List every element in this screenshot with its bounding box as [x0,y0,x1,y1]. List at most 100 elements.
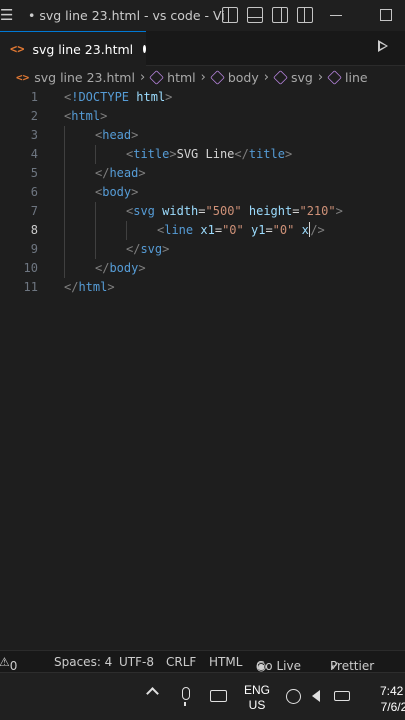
code-editor[interactable]: 1 <!DOCTYPE html> 2 <html> 3 <head> 4 <title>SV… [0,88,405,648]
clock[interactable]: 7:42 A 7/6/20 [364,683,405,715]
tab-svg-line-23[interactable]: <> svg line 23.html [0,31,146,66]
breadcrumb-file-label: svg line 23.html [34,69,135,85]
code-line[interactable]: 1 <!DOCTYPE html> [0,88,405,107]
indent-guide [95,202,96,221]
maximize-icon[interactable] [380,9,392,21]
problems-count[interactable]: ⚠ 0 [0,655,17,673]
code-token: svg [140,242,163,256]
customize-layout-icon[interactable] [297,7,313,23]
hamburger-menu-icon[interactable]: ☰ [0,8,22,23]
code-line[interactable]: 3 <head> [0,126,405,145]
code-token: > [138,166,146,180]
line-number: 11 [23,280,38,294]
code-token: title [248,147,285,161]
line-number: 1 [30,90,38,104]
breadcrumb-label: body [227,69,259,85]
code-token: > [284,147,293,161]
code-token: > [335,204,343,218]
indent-guide [64,202,65,221]
breadcrumb-body[interactable]: body [209,69,259,85]
code-line[interactable]: 8 <line x1="0" y1="0" x/> [0,221,405,240]
microphone-icon[interactable] [182,687,190,706]
volume-icon[interactable] [312,690,320,702]
breadcrumb: <> svg line 23.html › html › body › svg … [0,66,405,88]
html-file-icon: <> [16,70,30,84]
code-token: "0" [222,223,244,237]
code-token: width [162,204,199,218]
tab-bar: <> svg line 23.html [0,31,405,66]
unsaved-dot-icon[interactable] [143,45,146,53]
code-token: x [301,223,309,237]
keyboard-icon[interactable] [210,690,227,702]
breadcrumb-separator: › [200,69,206,85]
code-token: body [102,185,132,199]
go-live-label: Go Live [256,659,301,673]
code-token: > [162,242,170,256]
code-token: > [131,128,139,142]
code-token: head [102,128,132,142]
code-token: height [248,204,293,218]
breadcrumb-line[interactable]: line [327,69,368,85]
code-line[interactable]: 5 </head> [0,164,405,183]
lang-region: US [248,698,266,712]
line-number: 3 [30,128,38,142]
code-line[interactable]: 2 <html> [0,107,405,126]
battery-icon[interactable] [334,691,350,701]
code-line[interactable]: 9 </svg> [0,240,405,259]
indentation-status[interactable]: Spaces: 4 [54,655,112,669]
indent-guide [64,221,65,240]
run-icon[interactable] [378,40,388,52]
minimize-icon[interactable] [330,15,342,16]
code-token: SVG Line [176,147,235,161]
code-text: <head> [95,126,138,145]
code-token: "210" [299,204,336,218]
code-token: </ [64,280,79,294]
window-title: • svg line 23.html - vs code - Vi [28,8,225,23]
code-token: x1 [200,223,215,237]
indent-guide [95,240,96,259]
code-line[interactable]: 4 <title>SVG Line</title> [0,145,405,164]
indent-guide [64,145,65,164]
indent-guide [64,240,65,259]
clock-time: 7:42 A [379,684,405,698]
problems-count-value: 0 [9,659,18,673]
code-token: html [136,90,166,104]
language-mode[interactable]: HTML [209,655,242,669]
code-text: </svg> [126,240,169,259]
toggle-sidebar-icon[interactable] [222,7,238,23]
code-token: "0" [272,223,295,237]
line-number: 2 [30,109,38,123]
element-cube-icon [273,69,288,85]
show-hidden-icons-chevron-icon[interactable] [146,687,159,700]
code-token: </ [234,147,249,161]
breadcrumb-label: line [345,69,368,85]
clock-date: 7/6/20 [380,700,405,714]
code-line[interactable]: 11 </html> [0,278,405,297]
code-text: <title>SVG Line</title> [126,145,292,164]
code-token: !DOCTYPE [71,90,130,104]
encoding-status[interactable]: UTF-8 [119,655,154,669]
input-language[interactable]: ENG US [244,683,270,713]
breadcrumb-html[interactable]: html [149,70,196,85]
indent-guide [95,221,96,240]
line-number: 5 [30,166,38,180]
code-line[interactable]: 10 </body> [0,259,405,278]
line-number: 7 [30,204,38,218]
network-globe-icon[interactable] [286,689,301,704]
code-line[interactable]: 7 <svg width="500" height="210"> [0,202,405,221]
html-file-icon: <> [10,42,25,56]
breadcrumb-file[interactable]: <> svg line 23.html [0,70,135,85]
eol-status[interactable]: CRLF [166,655,196,669]
code-text: <html> [64,107,107,126]
title-bar: ☰ • svg line 23.html - vs code - Vi [0,0,405,31]
code-line[interactable]: 6 <body> [0,183,405,202]
code-token: </ [95,261,110,275]
toggle-secondary-sidebar-icon[interactable] [272,7,288,23]
breadcrumb-svg[interactable]: svg [273,69,313,85]
indent-guide [64,164,65,183]
toggle-panel-icon[interactable] [247,7,263,23]
code-text: </head> [95,164,146,183]
code-token: title [133,147,170,161]
